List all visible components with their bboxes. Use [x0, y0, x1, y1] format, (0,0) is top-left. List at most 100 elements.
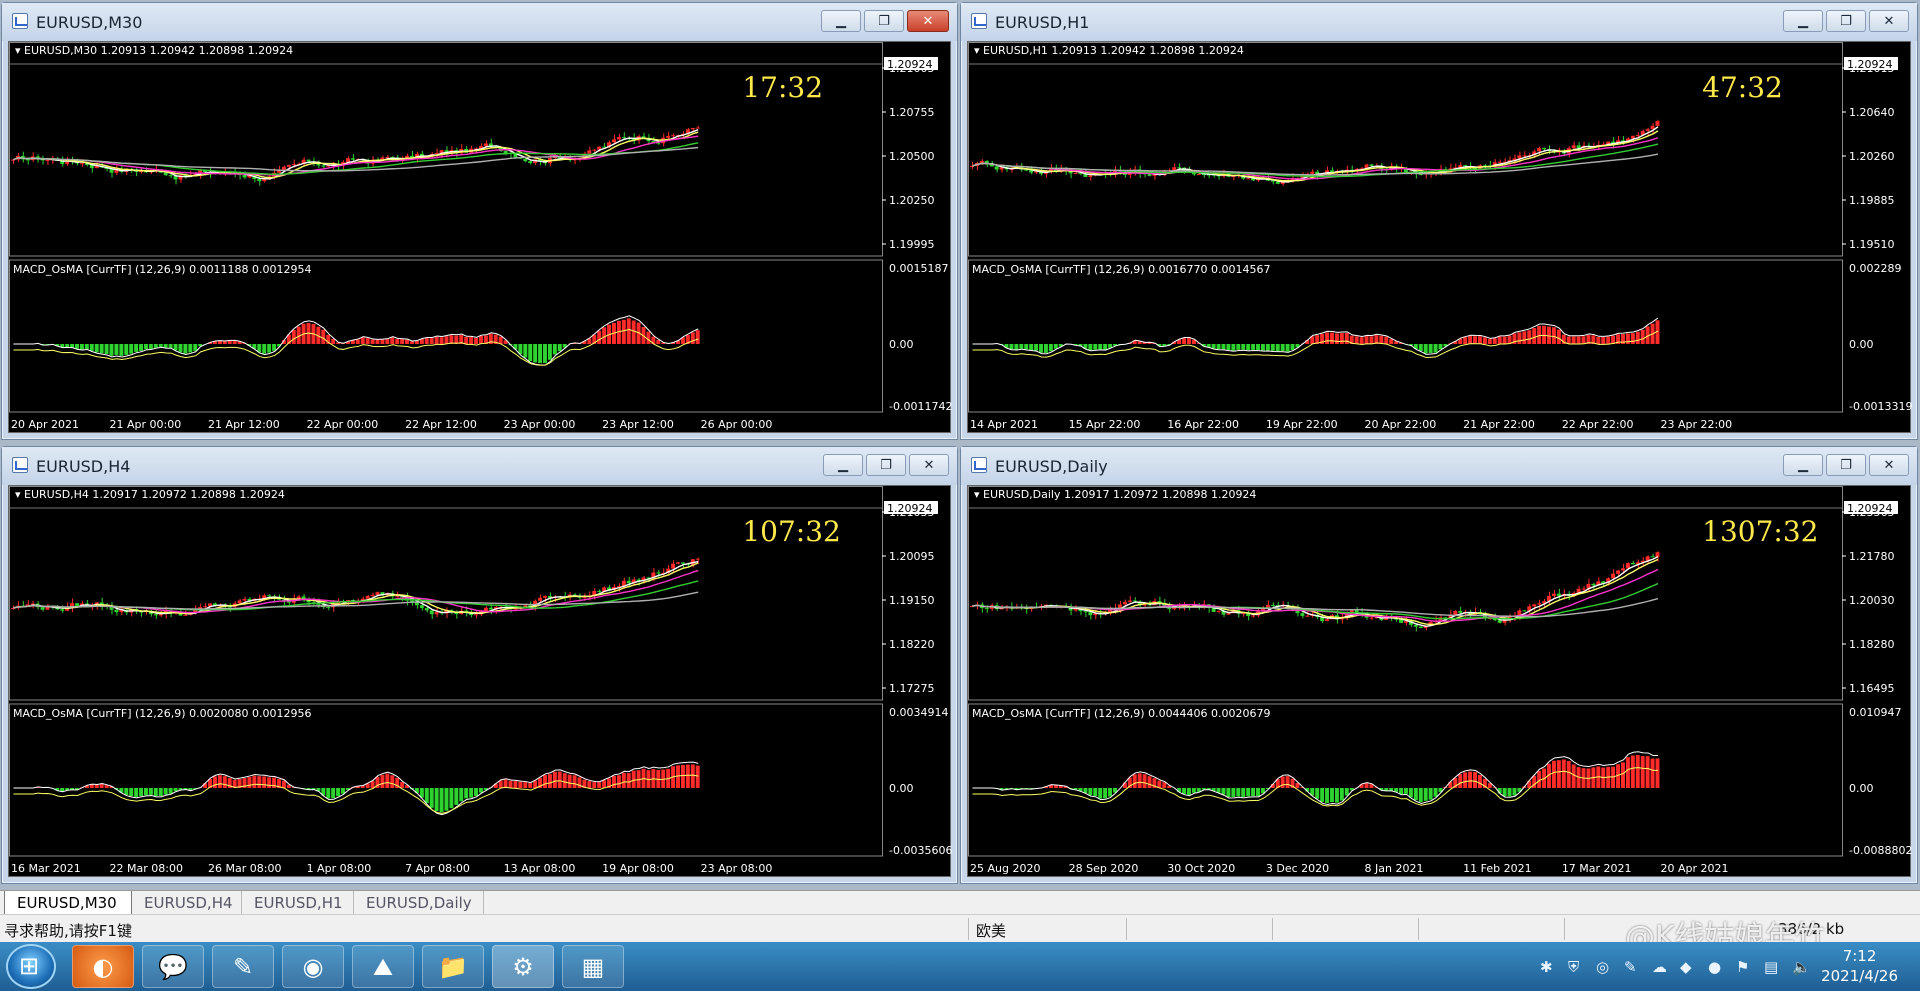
macd-histogram-bar: [1640, 329, 1645, 344]
wechat-icon[interactable]: 💬: [142, 945, 204, 988]
chart-window-h4[interactable]: EURUSD,H4 ▁ ❐ ✕ 1.210351.200951.191501.1…: [1, 446, 958, 884]
restore-button[interactable]: ❐: [1826, 454, 1866, 476]
tab-eurusd-h1[interactable]: EURUSD,H1: [242, 891, 354, 915]
macd-histogram-bar: [1137, 773, 1142, 788]
macd-histogram-bar: [134, 344, 139, 352]
chart-symbol-label: ▾ EURUSD,H1 1.20913 1.20942 1.20898 1.20…: [974, 44, 1244, 57]
app-tray-icon[interactable]: ◆: [1680, 958, 1692, 976]
macd-histogram-bar: [543, 775, 547, 788]
minimize-button[interactable]: ▁: [821, 10, 861, 32]
macd-histogram-bar: [158, 344, 163, 347]
macd-pane-border: [9, 703, 883, 857]
tab-eurusd-h4[interactable]: EURUSD,H4: [132, 891, 242, 915]
macd-histogram-bar: [267, 777, 272, 788]
macd-histogram-bar: [1463, 772, 1468, 788]
status-profile-text: 欧美: [976, 922, 1007, 940]
metatrader-icon[interactable]: ⚙: [492, 945, 554, 988]
macd-indicator-label: MACD_OsMA [CurrTF] (12,26,9) 0.0016770 0…: [972, 263, 1271, 276]
macd-histogram-bar: [552, 344, 557, 355]
macd-histogram-bar: [1522, 331, 1527, 344]
candle-body: [1310, 171, 1315, 174]
candle-body: [483, 143, 488, 147]
candle-body: [242, 174, 247, 178]
chart-canvas[interactable]: 1.210051.207551.205001.202501.199951.209…: [8, 41, 952, 433]
minimize-button[interactable]: ▁: [1783, 10, 1823, 32]
minimize-button[interactable]: ▁: [1783, 454, 1823, 476]
tab-eurusd-m30[interactable]: EURUSD,M30: [4, 891, 132, 915]
picture-app-icon[interactable]: ▦: [562, 945, 624, 988]
chart-canvas[interactable]: 1.210351.200951.191501.182201.172751.209…: [8, 485, 952, 877]
macd-histogram-bar: [1039, 344, 1043, 353]
chart-window-daily[interactable]: EURUSD,Daily ▁ ❐ ✕ 1.235651.217801.20030…: [960, 446, 1918, 884]
chart-window-icon: [971, 13, 987, 29]
shield-icon[interactable]: ⛨: [1568, 958, 1579, 976]
window-titlebar[interactable]: EURUSD,Daily ▁ ❐ ✕: [961, 447, 1917, 485]
wechat-tray-icon[interactable]: ☁: [1652, 958, 1667, 976]
macd-histogram-bar: [1551, 327, 1556, 344]
macd-histogram-bar: [547, 344, 552, 360]
restore-button[interactable]: ❐: [1826, 10, 1866, 32]
candle-body: [1630, 135, 1635, 139]
macd-histogram-bar: [134, 788, 139, 797]
bluetooth-icon[interactable]: ✱: [1540, 958, 1553, 976]
macd-histogram-bar: [139, 788, 144, 796]
window-titlebar[interactable]: EURUSD,M30 ▁ ❐ ✕: [2, 3, 957, 41]
macd-histogram-bar: [616, 775, 621, 788]
pen-tray-icon[interactable]: ✎: [1624, 958, 1637, 976]
clock-time: 7:12: [1842, 947, 1877, 965]
close-button[interactable]: ✕: [1869, 454, 1909, 476]
close-button[interactable]: ✕: [907, 10, 949, 32]
macd-histogram-bar: [1463, 337, 1468, 344]
macd-histogram-bar: [1216, 344, 1221, 350]
restore-button[interactable]: ❐: [864, 10, 904, 32]
antivirus-icon[interactable]: ◎: [1596, 958, 1609, 976]
macd-histogram-bar: [385, 339, 390, 344]
macd-histogram-bar: [695, 765, 700, 788]
macd-tick-label: 0.00: [1849, 338, 1874, 351]
price-tick-label: 1.21780: [1849, 550, 1895, 563]
taskbar-clock[interactable]: 7:12 2021/4/26: [1821, 946, 1898, 986]
close-button[interactable]: ✕: [909, 454, 949, 476]
macd-histogram-bar: [1507, 788, 1512, 797]
restore-button[interactable]: ❐: [866, 454, 906, 476]
minimize-button[interactable]: ▁: [823, 454, 863, 476]
window-titlebar[interactable]: EURUSD,H4 ▁ ❐ ✕: [2, 447, 957, 485]
macd-histogram-bar: [1512, 788, 1517, 796]
network-icon[interactable]: ▤: [1764, 958, 1778, 976]
chart-canvas[interactable]: 1.235651.217801.200301.182801.164951.209…: [967, 485, 1912, 877]
candle-body: [168, 175, 173, 177]
macd-histogram-bar: [1404, 788, 1408, 794]
macd-histogram-bar: [158, 788, 163, 797]
candle-body: [695, 127, 700, 129]
pen-app-icon[interactable]: ✎: [212, 945, 274, 988]
chart-canvas[interactable]: 1.210151.206401.202601.198851.195101.209…: [967, 41, 1912, 433]
macd-histogram-bar: [257, 776, 262, 788]
window-titlebar[interactable]: EURUSD,H1 ▁ ❐ ✕: [961, 3, 1917, 41]
macd-histogram-bar: [1413, 788, 1418, 801]
macd-histogram-bar: [1226, 788, 1231, 798]
date-tick-label: 21 Apr 00:00: [110, 418, 182, 431]
chart-window-m30[interactable]: EURUSD,M30 ▁ ❐ ✕ 1.210051.207551.205001.…: [1, 2, 958, 440]
firefox-icon[interactable]: ◉: [282, 945, 344, 988]
macd-histogram-bar: [533, 344, 538, 363]
candle-body: [321, 165, 326, 167]
volume-icon[interactable]: 🔈: [1792, 958, 1811, 976]
date-tick-label: 23 Apr 12:00: [602, 418, 674, 431]
macd-histogram-bar: [222, 341, 227, 344]
bar-countdown-timer: 107:32: [742, 515, 841, 548]
start-button[interactable]: [6, 944, 56, 989]
tab-eurusd-daily[interactable]: EURUSD,Daily: [354, 891, 484, 915]
macd-histogram-bar: [1246, 788, 1251, 797]
macd-histogram-bar: [1606, 336, 1611, 344]
close-button[interactable]: ✕: [1869, 10, 1909, 32]
macd-histogram-bar: [193, 344, 198, 352]
candle-body: [1088, 175, 1093, 177]
candle-body: [1537, 147, 1542, 152]
candle-body: [1172, 167, 1177, 171]
flag-icon[interactable]: ⚑: [1736, 958, 1749, 976]
browser-tray-icon[interactable]: ●: [1708, 958, 1721, 976]
chart-window-h1[interactable]: EURUSD,H1 ▁ ❐ ✕ 1.210151.206401.202601.1…: [960, 2, 1918, 440]
file-explorer-icon[interactable]: 📁: [422, 945, 484, 988]
browser-app-icon[interactable]: ◐: [72, 945, 134, 988]
mountain-app-icon[interactable]: ⛰: [352, 945, 414, 988]
